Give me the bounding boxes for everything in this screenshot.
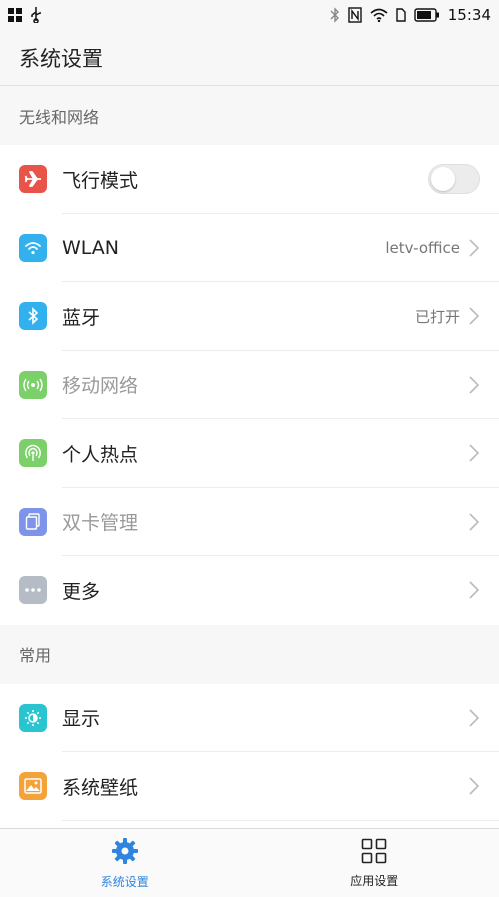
wallpaper-row[interactable]: 系统壁纸 [0, 752, 499, 821]
wlan-value: letv-office [385, 238, 460, 257]
more-label: 更多 [62, 580, 101, 603]
bluetooth-row[interactable]: 蓝牙 已打开 [0, 282, 499, 351]
sim-icon [396, 8, 406, 22]
hotspot-row[interactable]: 个人热点 [0, 419, 499, 488]
app-grid-icon [8, 8, 22, 22]
display-label: 显示 [62, 708, 101, 731]
chevron-right-icon [468, 709, 480, 727]
tab-app-settings[interactable]: 应用设置 [250, 829, 499, 897]
bluetooth-value: 已打开 [414, 307, 460, 326]
chevron-right-icon [468, 444, 480, 462]
chevron-right-icon [468, 777, 480, 795]
display-row[interactable]: 显示 [0, 683, 499, 752]
wlan-row[interactable]: WLAN letv-office [0, 213, 499, 282]
bluetooth-icon [330, 7, 340, 23]
section-header-common: 常用 [0, 624, 499, 684]
bluetooth-label: 蓝牙 [62, 306, 101, 329]
chevron-right-icon [468, 513, 480, 531]
chevron-right-icon [468, 307, 480, 325]
wallpaper-label: 系统壁纸 [62, 776, 139, 799]
page-title: 系统设置 [19, 46, 103, 71]
airplane-icon [19, 165, 47, 194]
airplane-mode-toggle[interactable] [428, 164, 480, 195]
display-icon [19, 703, 47, 732]
hotspot-icon [19, 439, 47, 468]
settings-list[interactable]: 无线和网络 飞行模式 WLAN letv-office 蓝牙 已打开 移动网络 [0, 86, 499, 828]
wallpaper-icon [19, 772, 47, 801]
bluetooth-icon [19, 302, 47, 331]
nfc-icon [348, 7, 362, 23]
more-row[interactable]: 更多 [0, 556, 499, 625]
tab-system-settings[interactable]: 系统设置 [0, 829, 250, 897]
chevron-right-icon [468, 239, 480, 257]
airplane-mode-label: 飞行模式 [62, 169, 139, 192]
dual-sim-row[interactable]: 双卡管理 [0, 487, 499, 556]
usb-icon [30, 7, 42, 23]
tab-system-settings-label: 系统设置 [100, 874, 149, 889]
chevron-right-icon [468, 581, 480, 599]
app-grid-icon [361, 838, 387, 867]
gear-icon [111, 837, 139, 868]
chevron-right-icon [468, 376, 480, 394]
toggle-knob [431, 167, 455, 192]
mobile-network-row[interactable]: 移动网络 [0, 350, 499, 419]
wlan-label: WLAN [62, 236, 120, 259]
wifi-icon [19, 233, 47, 262]
wifi-icon [370, 8, 388, 22]
airplane-mode-row[interactable]: 飞行模式 [0, 145, 499, 214]
battery-icon [414, 8, 440, 22]
cellular-icon [19, 370, 47, 399]
dual-sim-label: 双卡管理 [62, 512, 139, 535]
mobile-network-label: 移动网络 [62, 375, 139, 398]
section-header-wireless: 无线和网络 [0, 86, 499, 145]
hotspot-label: 个人热点 [62, 443, 139, 466]
more-icon [19, 576, 47, 605]
tab-app-settings-label: 应用设置 [350, 873, 399, 888]
dual-sim-icon [19, 507, 47, 536]
bottom-tab-bar: 系统设置 应用设置 [0, 828, 499, 897]
title-bar: 系统设置 [0, 30, 499, 86]
status-bar: 15:34 [0, 0, 499, 30]
clock: 15:34 [447, 6, 491, 24]
